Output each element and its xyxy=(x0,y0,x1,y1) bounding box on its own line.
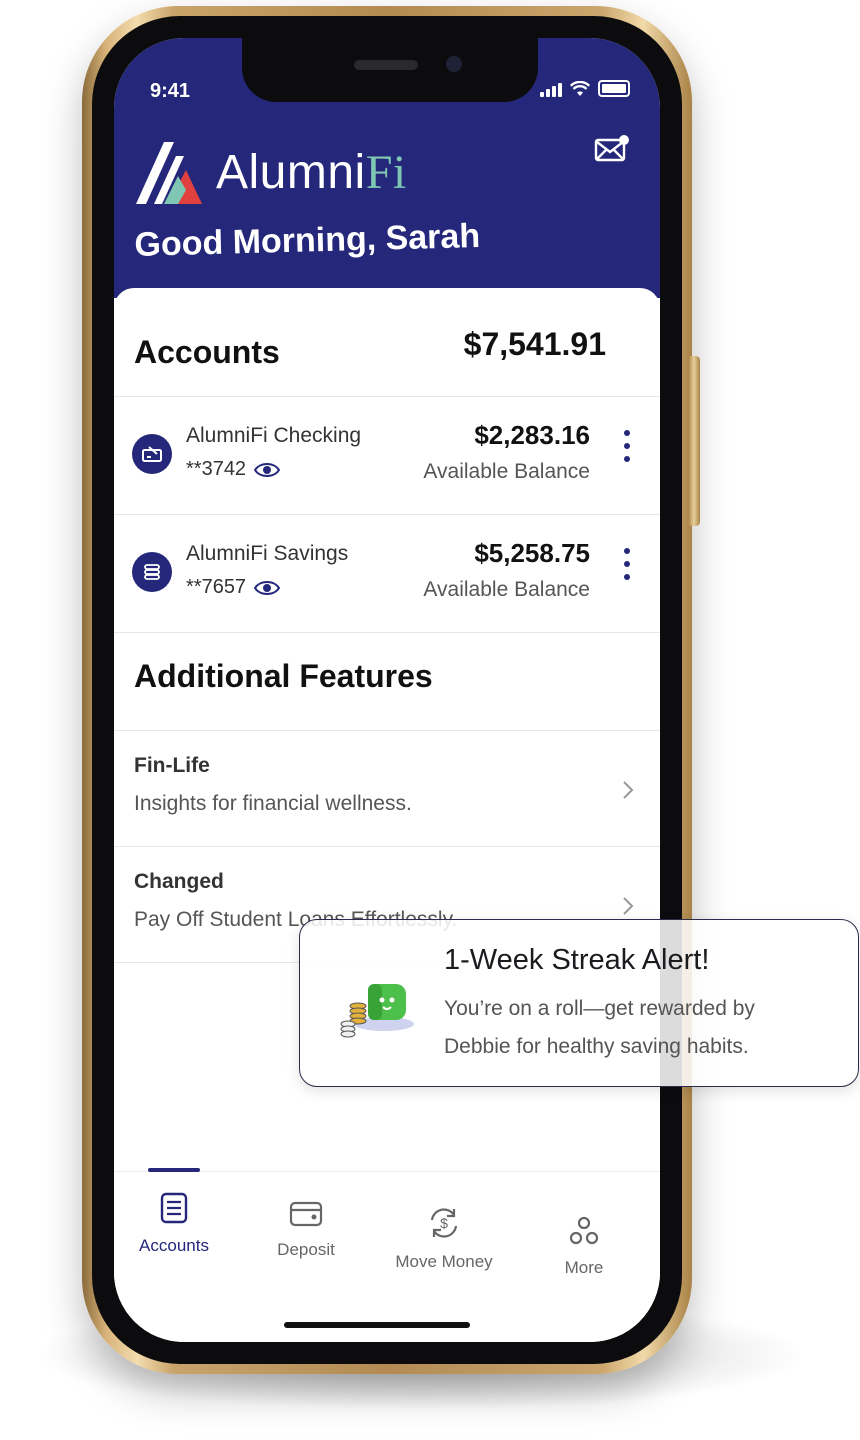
list-document-icon xyxy=(160,1192,188,1224)
more-options-icon[interactable] xyxy=(624,548,630,580)
feature-title: Changed xyxy=(134,870,224,893)
account-number: **7657 xyxy=(186,576,281,599)
side-button xyxy=(688,356,700,526)
tab-deposit[interactable]: Deposit xyxy=(246,1200,366,1260)
streak-alert-toast[interactable]: 1-Week Streak Alert! You’re on a roll—ge… xyxy=(299,919,859,1087)
brand-name: AlumniFi xyxy=(216,145,407,199)
phone-screen: 9:41 AlumniFi Good Morning, Sarah Accoun… xyxy=(114,38,660,1342)
eye-icon[interactable] xyxy=(254,579,281,597)
active-tab-indicator xyxy=(148,1168,200,1172)
toast-title: 1-Week Streak Alert! xyxy=(444,944,710,976)
speaker xyxy=(354,60,418,70)
mail-notification-icon[interactable] xyxy=(594,134,630,164)
check-icon xyxy=(132,434,172,474)
account-row-checking[interactable]: AlumniFi Checking **3742 $2,283.16 Avail… xyxy=(114,396,660,512)
divider xyxy=(114,632,660,633)
chevron-right-icon xyxy=(623,781,634,799)
account-row-savings[interactable]: AlumniFi Savings **7657 $5,258.75 Availa… xyxy=(114,514,660,630)
home-indicator xyxy=(284,1322,470,1328)
features-title: Additional Features xyxy=(134,658,433,694)
phone-frame: 9:41 AlumniFi Good Morning, Sarah Accoun… xyxy=(82,6,700,1374)
brand-logo: AlumniFi xyxy=(134,140,407,204)
bottom-tab-bar: Accounts Deposit $ Move Money More xyxy=(114,1168,660,1342)
tab-accounts[interactable]: Accounts xyxy=(114,1192,234,1256)
account-name: AlumniFi Checking xyxy=(186,424,362,447)
tab-label: Move Money xyxy=(395,1252,493,1271)
wifi-icon xyxy=(570,81,590,96)
available-balance-label: Available Balance xyxy=(423,578,590,601)
tab-more[interactable]: More xyxy=(524,1216,644,1278)
status-time: 9:41 xyxy=(150,80,191,102)
accounts-total: $7,541.91 xyxy=(463,326,606,362)
toast-body: You’re on a roll—get rewarded by Debbie … xyxy=(444,997,755,1058)
account-name: AlumniFi Savings xyxy=(186,542,349,565)
tab-move-money[interactable]: $ Move Money xyxy=(384,1206,504,1272)
transfer-dollar-icon: $ xyxy=(430,1208,458,1238)
tab-label: Deposit xyxy=(277,1240,335,1259)
feature-row-fin-life[interactable]: Fin-Life Insights for financial wellness… xyxy=(114,730,660,846)
savings-coins-icon xyxy=(132,552,172,592)
status-icons xyxy=(540,80,630,97)
eye-icon[interactable] xyxy=(254,461,281,479)
phone-bezel: 9:41 AlumniFi Good Morning, Sarah Accoun… xyxy=(92,16,682,1364)
alumnifi-logo-icon xyxy=(136,142,202,204)
chevron-right-icon xyxy=(623,897,634,915)
battery-icon xyxy=(598,80,630,97)
notch xyxy=(242,38,538,102)
tab-label: More xyxy=(564,1258,604,1277)
account-balance: $2,283.16 xyxy=(474,420,590,450)
front-camera xyxy=(446,56,462,72)
feature-title: Fin-Life xyxy=(134,754,210,777)
account-balance: $5,258.75 xyxy=(474,538,590,568)
account-number: **3742 xyxy=(186,458,281,481)
available-balance-label: Available Balance xyxy=(423,460,590,483)
tab-label: Accounts xyxy=(139,1236,209,1255)
greeting-text: Good Morning, Sarah xyxy=(134,216,481,264)
more-circles-icon xyxy=(569,1216,599,1245)
accounts-title: Accounts xyxy=(134,334,280,370)
svg-text:$: $ xyxy=(440,1215,448,1231)
cellular-signal-icon xyxy=(540,81,562,97)
more-options-icon[interactable] xyxy=(624,430,630,462)
wallet-card-icon xyxy=(289,1201,323,1227)
coins-debbie-mascot-icon xyxy=(340,984,414,1038)
feature-description: Insights for financial wellness. xyxy=(134,792,412,815)
